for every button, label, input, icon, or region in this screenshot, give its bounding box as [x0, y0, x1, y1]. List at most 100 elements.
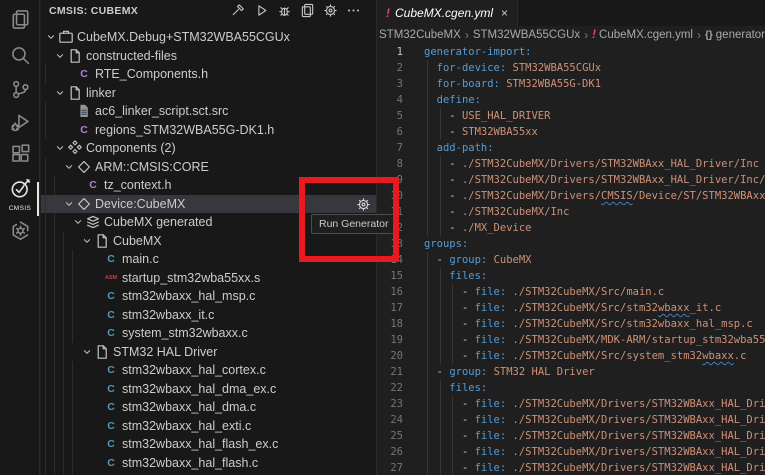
activity-item-arm-tools[interactable]	[0, 219, 40, 247]
code-line-15[interactable]: 15 files:	[377, 268, 765, 284]
chevron-down-icon[interactable]	[44, 29, 58, 45]
tree-item-regions-stm32wba55g-dk1-h[interactable]: Cregions_STM32WBA55G-DK1.h	[41, 120, 376, 139]
line-number[interactable]: 22	[377, 380, 403, 396]
code-line-22[interactable]: 22 files:	[377, 380, 765, 396]
tree-item-constructed-files[interactable]: constructed-files	[41, 47, 376, 66]
tree-item-stm32wbaxx-hal-dma-c[interactable]: Cstm32wbaxx_hal_dma.c	[41, 398, 376, 417]
tree-item-cubemx[interactable]: CubeMX	[41, 231, 376, 250]
line-number[interactable]: 4	[377, 92, 403, 108]
code-line-27[interactable]: 27 - file: ./STM32CubeMX/Drivers/STM32WB…	[377, 460, 765, 475]
chevron-down-icon[interactable]	[80, 344, 94, 360]
code-line-11[interactable]: 11 - ./STM32CubeMX/Inc	[377, 204, 765, 220]
breadcrumb-item-generator-import[interactable]: {}generator-import	[705, 29, 765, 41]
tree-item-linker[interactable]: linker	[41, 84, 376, 103]
line-number[interactable]: 15	[377, 268, 403, 284]
line-number[interactable]: 10	[377, 188, 403, 204]
chevron-down-icon[interactable]	[53, 140, 67, 156]
close-icon[interactable]: ×	[501, 6, 508, 20]
tree-item-rte-components-h[interactable]: C RTE_Components.h	[41, 65, 376, 84]
build-button[interactable]	[231, 3, 246, 20]
chevron-down-icon[interactable]	[53, 85, 67, 101]
code-line-26[interactable]: 26 - file: ./STM32CubeMX/Drivers/STM32WB…	[377, 444, 765, 460]
code-line-10[interactable]: 10 - ./STM32CubeMX/Drivers/CMSIS/Device/…	[377, 188, 765, 204]
code-line-24[interactable]: 24 - file: ./STM32CubeMX/Drivers/STM32WB…	[377, 412, 765, 428]
breadcrumb-item-cubemx-cgen-yml[interactable]: ! CubeMX.cgen.yml	[592, 29, 693, 41]
code-line-13[interactable]: 13 groups:	[377, 236, 765, 252]
code-line-14[interactable]: 14 - group: CubeMX	[377, 252, 765, 268]
run-generator-button[interactable]	[356, 197, 371, 212]
line-number[interactable]: 20	[377, 348, 403, 364]
more-actions-button[interactable]	[346, 5, 361, 20]
line-number[interactable]: 27	[377, 460, 403, 475]
activity-item-extensions[interactable]	[0, 142, 40, 170]
line-number[interactable]: 1	[377, 44, 403, 60]
tree-item-stm32wbaxx-hal-dma-ex-c[interactable]: Cstm32wbaxx_hal_dma_ex.c	[41, 379, 376, 398]
line-number[interactable]: 8	[377, 156, 403, 172]
line-number[interactable]: 5	[377, 108, 403, 124]
line-number[interactable]: 18	[377, 316, 403, 332]
tab-cubemx-cgen-yml[interactable]: ! CubeMX.cgen.yml ×	[377, 0, 519, 26]
debug-button[interactable]	[277, 5, 292, 20]
code-line-12[interactable]: 12 - ./MX_Device	[377, 220, 765, 236]
manage-solution-button[interactable]	[300, 3, 315, 20]
line-number[interactable]: 7	[377, 140, 403, 156]
line-number[interactable]: 3	[377, 76, 403, 92]
code-line-1[interactable]: 1 generator-import:	[377, 44, 765, 60]
line-number[interactable]: 9	[377, 172, 403, 188]
settings-button[interactable]	[323, 3, 338, 20]
code-line-9[interactable]: 9 - ./STM32CubeMX/Drivers/STM32WBAxx_HAL…	[377, 172, 765, 188]
breadcrumb-item-stm32wba55cgux[interactable]: STM32WBA55CGUx	[473, 29, 580, 41]
activity-item-run-debug[interactable]	[0, 111, 40, 139]
activity-item-cmsis[interactable]: CMSIS	[0, 178, 40, 212]
tree-item-stm32wbaxx-hal-exti-c[interactable]: Cstm32wbaxx_hal_exti.c	[41, 416, 376, 435]
tree-item-main-c[interactable]: Cmain.c	[41, 250, 376, 269]
activity-item-source-control[interactable]	[0, 78, 40, 106]
code-line-16[interactable]: 16 - file: ./STM32CubeMX/Src/main.c	[377, 284, 765, 300]
chevron-down-icon[interactable]	[71, 214, 85, 230]
line-number[interactable]: 6	[377, 124, 403, 140]
tree-item-device-cubemx[interactable]: Device:CubeMX	[41, 194, 376, 213]
code-line-23[interactable]: 23 - file: ./STM32CubeMX/Drivers/STM32WB…	[377, 396, 765, 412]
tree-item-components-2[interactable]: Components (2)	[41, 139, 376, 158]
code-line-20[interactable]: 20 - file: ./STM32CubeMX/Src/system_stm3…	[377, 348, 765, 364]
tree-item-stm32wbaxx-hal-cortex-c[interactable]: Cstm32wbaxx_hal_cortex.c	[41, 361, 376, 380]
code-line-8[interactable]: 8 - ./STM32CubeMX/Drivers/STM32WBAxx_HAL…	[377, 156, 765, 172]
run-button[interactable]	[254, 4, 269, 20]
tree-item-tz-context-h[interactable]: Ctz_context.h	[41, 176, 376, 195]
line-number[interactable]: 23	[377, 396, 403, 412]
chevron-down-icon[interactable]	[62, 196, 76, 212]
tree-item-cubemx-debug-stm32wba55cgux[interactable]: CubeMX.Debug+STM32WBA55CGUx	[41, 28, 376, 47]
tree-item-ac6-linker-script-sct-src[interactable]: ac6_linker_script.sct.src	[41, 102, 376, 121]
tree-item-stm32wbaxx-hal-flash-ex-c[interactable]: Cstm32wbaxx_hal_flash_ex.c	[41, 435, 376, 454]
code-line-3[interactable]: 3 for-board: STM32WBA55G-DK1	[377, 76, 765, 92]
tree-item-stm32wbaxx-hal-msp-c[interactable]: Cstm32wbaxx_hal_msp.c	[41, 287, 376, 306]
line-number[interactable]: 26	[377, 444, 403, 460]
code-line-2[interactable]: 2 for-device: STM32WBA55CGUx	[377, 60, 765, 76]
chevron-down-icon[interactable]	[80, 233, 94, 249]
tree-item-system-stm32wbaxx-c[interactable]: Csystem_stm32wbaxx.c	[41, 324, 376, 343]
code-line-17[interactable]: 17 - file: ./STM32CubeMX/Src/stm32wbaxx_…	[377, 300, 765, 316]
line-number[interactable]: 13	[377, 236, 403, 252]
line-number[interactable]: 14	[377, 252, 403, 268]
code-line-18[interactable]: 18 - file: ./STM32CubeMX/Src/stm32wbaxx_…	[377, 316, 765, 332]
code-line-21[interactable]: 21 - group: STM32 HAL Driver	[377, 364, 765, 380]
line-number[interactable]: 21	[377, 364, 403, 380]
code-line-7[interactable]: 7 add-path:	[377, 140, 765, 156]
activity-item-search[interactable]	[0, 44, 40, 72]
line-number[interactable]: 2	[377, 60, 403, 76]
line-number[interactable]: 19	[377, 332, 403, 348]
line-number[interactable]: 17	[377, 300, 403, 316]
code-line-4[interactable]: 4 define:	[377, 92, 765, 108]
code-editor[interactable]: 1 generator-import: 2 for-device: STM32WBA…	[377, 44, 765, 475]
line-number[interactable]: 16	[377, 284, 403, 300]
code-line-5[interactable]: 5 - USE_HAL_DRIVER	[377, 108, 765, 124]
tree-item-arm-cmsis-core[interactable]: ARM::CMSIS:CORE	[41, 157, 376, 176]
code-line-25[interactable]: 25 - file: ./STM32CubeMX/Drivers/STM32WB…	[377, 428, 765, 444]
activity-item-explorer[interactable]	[0, 8, 40, 36]
line-number[interactable]: 24	[377, 412, 403, 428]
tree-item-stm32-hal-driver[interactable]: STM32 HAL Driver	[41, 342, 376, 361]
tree-item-stm32wbaxx-hal-flash-c[interactable]: Cstm32wbaxx_hal_flash.c	[41, 453, 376, 472]
code-line-6[interactable]: 6 - STM32WBA55xx	[377, 124, 765, 140]
chevron-down-icon[interactable]	[53, 48, 67, 64]
tree-item-startup-stm32wba55xx-s[interactable]: ASM startup_stm32wba55xx.s	[41, 268, 376, 287]
